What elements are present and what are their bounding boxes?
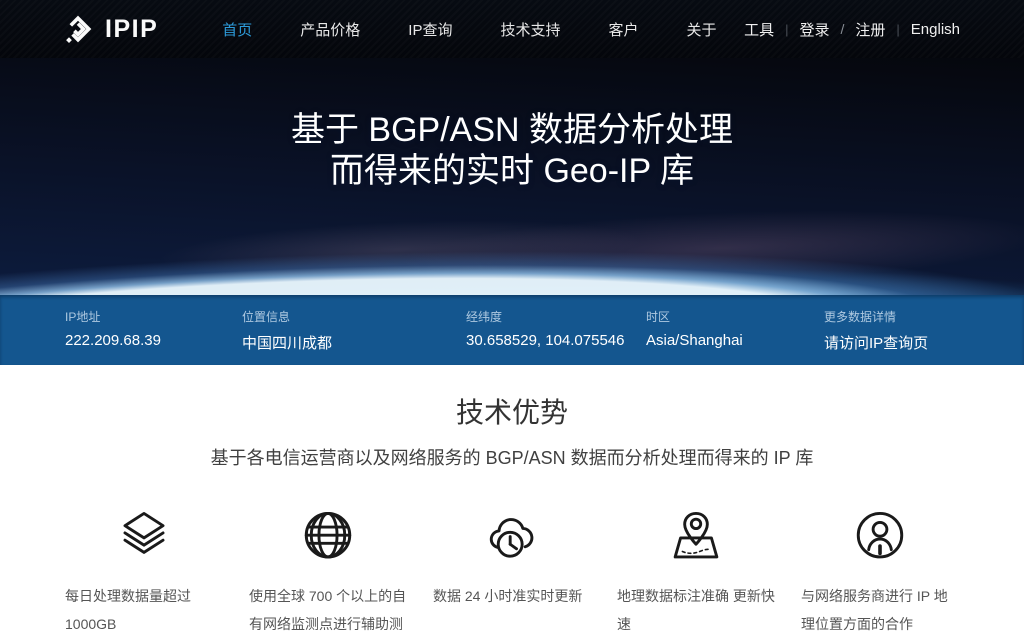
feature-caption: 使用全球 700 个以上的自有网络监测点进行辅助测量 (249, 588, 407, 632)
tech-advantages-section: 技术优势 基于各电信运营商以及网络服务的 BGP/ASN 数据而分析处理而得来的… (0, 391, 1024, 636)
ipip-logo[interactable]: IPIP (60, 11, 158, 47)
info-col-more: 更多数据详情 请访问IP查询页 (824, 308, 928, 365)
register-link[interactable]: 注册 (855, 19, 885, 40)
feature-caption: 每日处理数据量超过 1000GB (65, 588, 191, 632)
feature-list: 每日处理数据量超过 1000GB 使用全球 700 个以上的自有网络监测点进行辅… (65, 508, 959, 636)
feature-daily-volume: 每日处理数据量超过 1000GB (65, 508, 223, 636)
hero-title-line2: 而得来的实时 Geo-IP 库 (330, 152, 694, 190)
timezone-value: Asia/Shanghai (646, 332, 743, 349)
info-label: 更多数据详情 (824, 310, 897, 324)
ip-query-page-link[interactable]: 请访问IP查询页 (824, 332, 928, 353)
nav-item-customers[interactable]: 客户 (608, 19, 638, 40)
nav-item-home[interactable]: 首页 (222, 19, 252, 40)
hero-title: 基于 BGP/ASN 数据分析处理 而得来的实时 Geo-IP 库 (0, 58, 1024, 192)
language-link[interactable]: English (911, 21, 960, 38)
ipip-knot-icon (60, 11, 96, 47)
feature-caption: 地理数据标注准确 更新快速 (617, 588, 775, 632)
feature-realtime-update: 数据 24 小时准实时更新 (433, 508, 591, 636)
ip-info-bar: IP地址 222.209.68.39 位置信息 中国四川成都 经纬度 30.65… (0, 295, 1024, 365)
main-nav: 首页 产品价格 IP查询 技术支持 客户 关于 (198, 19, 740, 40)
info-label: 时区 (646, 310, 671, 324)
separator: | (896, 21, 900, 37)
info-col-ip: IP地址 222.209.68.39 (65, 308, 242, 365)
nav-item-support[interactable]: 技术支持 (500, 19, 560, 40)
separator: | (785, 21, 789, 37)
info-label: IP地址 (65, 310, 101, 324)
login-link[interactable]: 登录 (799, 19, 829, 40)
hero-title-line1: 基于 BGP/ASN 数据分析处理 (290, 111, 734, 149)
brand-name: IPIP (105, 14, 159, 43)
cloud-clock-icon (433, 508, 591, 570)
info-col-timezone: 时区 Asia/Shanghai (646, 308, 824, 365)
coordinates-value: 30.658529, 104.075546 (466, 332, 625, 349)
info-label: 位置信息 (242, 310, 291, 324)
nav-item-pricing[interactable]: 产品价格 (300, 19, 360, 40)
nav-item-about[interactable]: 关于 (687, 19, 717, 40)
nav-right-group: 工具 | 登录 / 注册 | English (744, 19, 960, 40)
info-col-location: 位置信息 中国四川成都 (242, 308, 466, 365)
feature-isp-cooperation: 与网络服务商进行 IP 地理位置方面的合作 (801, 508, 959, 636)
hero-banner: 基于 BGP/ASN 数据分析处理 而得来的实时 Geo-IP 库 (0, 58, 1024, 295)
feature-accurate-geodata: 地理数据标注准确 更新快速 (617, 508, 775, 636)
nav-item-ip-lookup[interactable]: IP查询 (408, 19, 452, 40)
section-title: 技术优势 (455, 397, 568, 428)
info-col-coordinates: 经纬度 30.658529, 104.075546 (466, 308, 646, 365)
feature-caption: 数据 24 小时准实时更新 (433, 588, 583, 604)
globe-icon (249, 508, 407, 570)
map-pin-icon (617, 508, 775, 570)
top-navbar: IPIP 首页 产品价格 IP查询 技术支持 客户 关于 工具 | 登录 / 注… (0, 0, 1024, 58)
separator-slash: / (840, 21, 845, 37)
tools-link[interactable]: 工具 (744, 19, 774, 40)
section-subtitle: 基于各电信运营商以及网络服务的 BGP/ASN 数据而分析处理而得来的 IP 库 (210, 448, 814, 468)
info-label: 经纬度 (466, 310, 503, 324)
feature-global-probes: 使用全球 700 个以上的自有网络监测点进行辅助测量 (249, 508, 407, 636)
feature-caption: 与网络服务商进行 IP 地理位置方面的合作 (801, 588, 948, 632)
ip-address-value: 222.209.68.39 (65, 332, 161, 349)
location-value: 中国四川成都 (242, 335, 333, 352)
layers-icon (65, 508, 223, 570)
user-circle-icon (801, 508, 959, 570)
